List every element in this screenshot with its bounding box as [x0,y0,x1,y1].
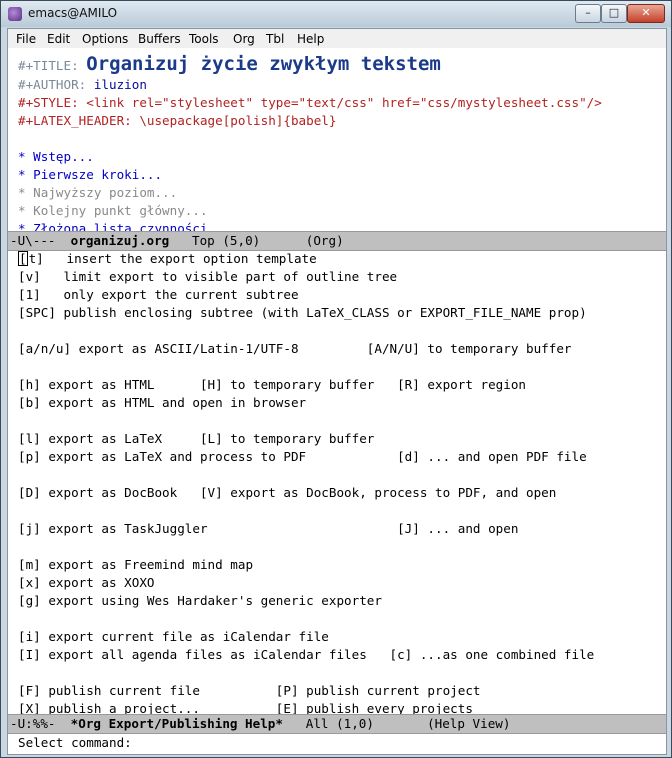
heading[interactable]: * Wstęp... [18,148,94,166]
emacs-window: emacs@AMILO – □ ✕ File Edit Options Buff… [0,0,672,758]
mode-line-org: -U\--- organizuj.org Top (5,0) (Org) [8,231,666,251]
menu-bar: File Edit Options Buffers Tools Org Tbl … [8,29,666,48]
title-bar[interactable]: emacs@AMILO – □ ✕ [1,1,671,27]
heading[interactable]: * Kolejny punkt główny... [18,202,208,220]
menu-buffers[interactable]: Buffers [138,32,181,46]
minibuffer-prompt[interactable]: Select command: [18,734,132,752]
document-title: Organizuj życie zwykłym tekstem [86,53,441,75]
help-line: [I] export all agenda files as iCalendar… [18,647,595,662]
latex-header-line: #+LATEX_HEADER: \usepackage[polish]{babe… [18,113,337,128]
heading[interactable]: * Pierwsze kroki... [18,166,162,184]
menu-tbl[interactable]: Tbl [266,32,284,46]
heading[interactable]: * Najwyższy poziom... [18,184,177,202]
mode-line-help: -U:%%- *Org Export/Publishing Help* All … [8,714,666,734]
menu-org[interactable]: Org [233,32,255,46]
help-line: [D] export as DocBook [V] export as DocB… [18,485,557,500]
help-line: [t] insert the export option template [18,251,317,266]
text-cursor: [ [18,251,28,266]
buffer-name: organizuj.org [70,233,170,248]
buffer-name: *Org Export/Publishing Help* [70,716,283,731]
menu-help[interactable]: Help [297,32,324,46]
help-line: [m] export as Freemind mind map [18,557,254,572]
title-line: #+TITLE: Organizuj życie zwykłym tekstem [18,53,441,75]
menu-tools[interactable]: Tools [189,32,219,46]
emacs-app-icon [8,7,22,21]
help-line: [v] limit export to visible part of outl… [18,269,398,284]
help-line: [SPC] publish enclosing subtree (with La… [18,305,587,320]
help-line: [x] export as XOXO [18,575,155,590]
help-line: [a/n/u] export as ASCII/Latin-1/UTF-8 [A… [18,341,572,356]
help-line: [h] export as HTML [H] to temporary buff… [18,377,526,392]
minimize-button[interactable]: – [575,4,601,23]
close-button[interactable]: ✕ [627,4,665,23]
help-line: [1] only export the current subtree [18,287,299,302]
emacs-frame: File Edit Options Buffers Tools Org Tbl … [7,28,667,755]
help-line: [i] export current file as iCalendar fil… [18,629,329,644]
maximize-button[interactable]: □ [601,4,627,23]
window-title: emacs@AMILO [28,6,118,20]
menu-options[interactable]: Options [82,32,128,46]
style-line: #+STYLE: <link rel="stylesheet" type="te… [18,95,602,110]
help-line: [F] publish current file [P] publish cur… [18,683,481,698]
mode-line-org-text: -U\--- organizuj.org Top (5,0) (Org) [10,233,344,248]
help-line: [p] export as LaTeX and process to PDF [… [18,449,587,464]
menu-edit[interactable]: Edit [47,32,70,46]
help-line: [l] export as LaTeX [L] to temporary buf… [18,431,375,446]
author-line: #+AUTHOR: iluzion [18,77,147,92]
menu-file[interactable]: File [16,32,36,46]
mode-line-help-text: -U:%%- *Org Export/Publishing Help* All … [10,716,511,731]
help-line: [b] export as HTML and open in browser [18,395,307,410]
help-line: [j] export as TaskJuggler [J] ... and op… [18,521,519,536]
help-line: [g] export using Wes Hardaker's generic … [18,593,382,608]
